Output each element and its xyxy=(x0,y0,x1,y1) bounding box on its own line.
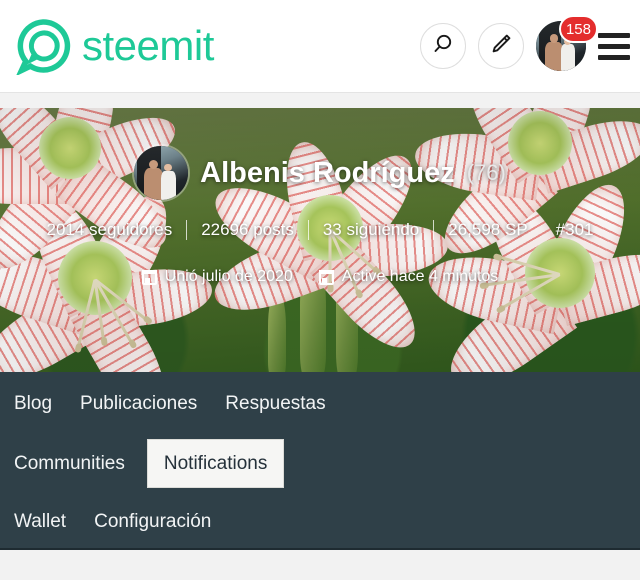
tab-blog[interactable]: Blog xyxy=(14,394,66,413)
tab-wallet[interactable]: Wallet xyxy=(14,512,80,531)
stat-following[interactable]: 33 siguiendo xyxy=(309,220,433,240)
steemit-profile-page: steemit 158 Albenis Rodríguez (76) 2014 … xyxy=(0,0,640,580)
pencil-edit-icon xyxy=(489,32,513,61)
profile-stats-row: 2014 seguidores 22696 posts 33 siguiendo… xyxy=(0,220,640,240)
brand-home-link[interactable]: steemit xyxy=(14,17,214,75)
page-title: Albenis Rodríguez xyxy=(200,156,455,189)
header-actions: 158 xyxy=(420,0,634,92)
steemit-speech-bubble-logo-icon xyxy=(14,17,72,75)
header-divider xyxy=(0,92,640,108)
nav-row-3: Wallet Configuración xyxy=(0,492,640,550)
tab-configuracion[interactable]: Configuración xyxy=(80,512,225,531)
notification-count-badge[interactable]: 158 xyxy=(558,15,598,43)
stat-steem-power: 26,598 SP xyxy=(448,220,528,239)
hamburger-menu-icon[interactable] xyxy=(598,32,630,60)
search-icon xyxy=(431,32,455,61)
profile-meta-row: Unió julio de 2020 Active hace 4 minutos xyxy=(0,268,640,286)
joined-date: Unió julio de 2020 xyxy=(141,268,293,286)
page-content-area xyxy=(0,550,640,580)
user-menu-avatar-button[interactable]: 158 xyxy=(536,15,598,71)
nav-row-1: Blog Publicaciones Respuestas xyxy=(0,372,640,434)
tab-notifications[interactable]: Notifications xyxy=(146,438,285,488)
tab-publicaciones[interactable]: Publicaciones xyxy=(66,394,211,413)
brand-wordmark: steemit xyxy=(82,22,214,69)
nav-row-2: Communities Notifications xyxy=(0,434,640,492)
tab-communities[interactable]: Communities xyxy=(14,454,139,473)
last-active-label: Active hace 4 minutos xyxy=(341,268,499,285)
top-header: steemit 158 xyxy=(0,0,640,92)
profile-cover-image: Albenis Rodríguez (76) 2014 seguidores 2… xyxy=(0,108,640,372)
last-active: Active hace 4 minutos xyxy=(318,268,499,286)
stat-posts[interactable]: 22696 posts xyxy=(187,220,308,240)
profile-name-row: Albenis Rodríguez (76) xyxy=(0,146,640,200)
profile-navigation: Blog Publicaciones Respuestas Communitie… xyxy=(0,372,640,550)
reputation-score: (76) xyxy=(466,160,506,185)
tab-respuestas[interactable]: Respuestas xyxy=(211,394,339,413)
joined-date-label: Unió julio de 2020 xyxy=(164,268,293,285)
compose-post-button[interactable] xyxy=(478,23,524,69)
stat-rank: #301 xyxy=(555,220,594,239)
stat-followers[interactable]: 2014 seguidores xyxy=(32,220,186,240)
profile-avatar[interactable] xyxy=(134,146,189,200)
profile-overlay: Albenis Rodríguez (76) 2014 seguidores 2… xyxy=(0,108,640,372)
search-button[interactable] xyxy=(420,23,466,69)
calendar-icon xyxy=(318,269,334,285)
calendar-icon xyxy=(141,269,157,285)
